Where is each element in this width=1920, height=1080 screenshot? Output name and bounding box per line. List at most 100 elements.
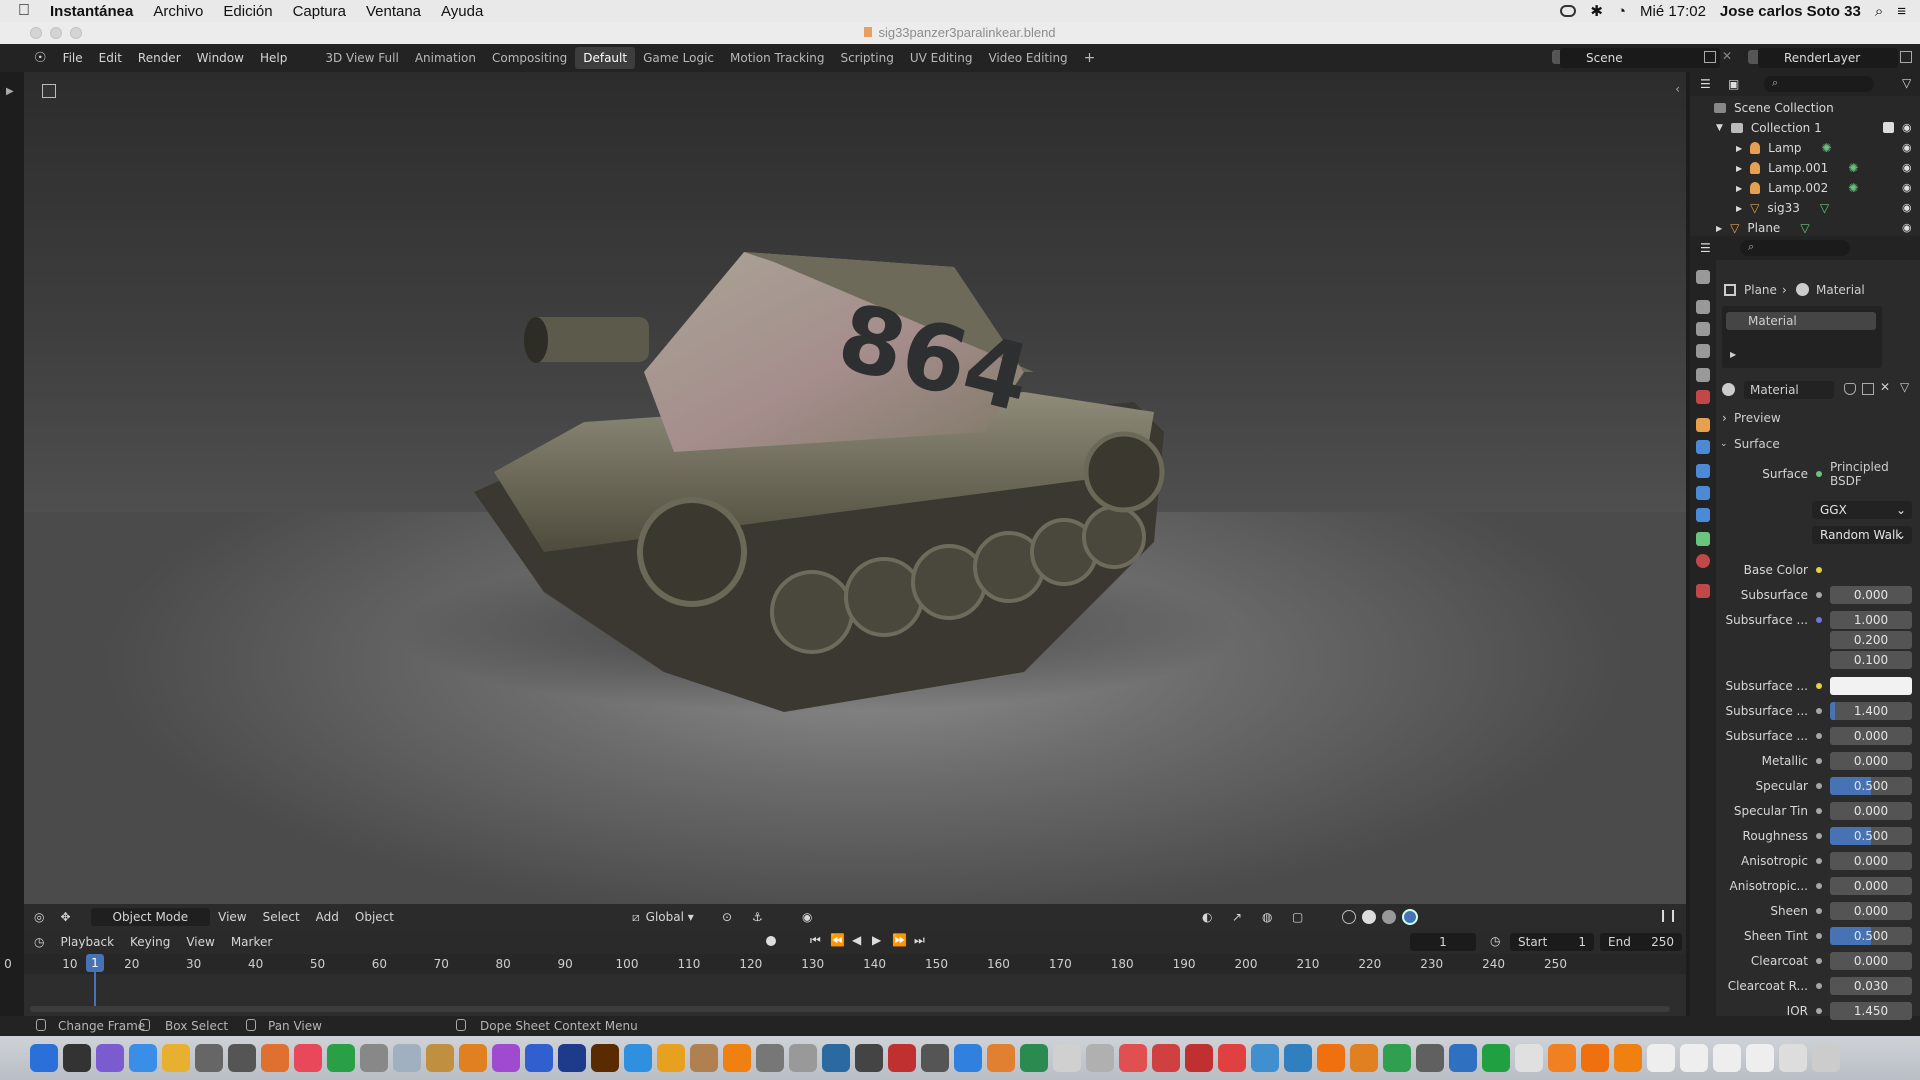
input-socket-icon[interactable] [1816, 783, 1822, 789]
dock-app-icon[interactable] [558, 1044, 586, 1072]
outliner-item-lamp-002[interactable]: ▶ Lamp.002 ✺ ◉ [1690, 178, 1920, 198]
dock-app-icon[interactable] [129, 1044, 157, 1072]
properties-search-input[interactable]: ⌕ [1740, 240, 1850, 256]
dock-app-icon[interactable] [591, 1044, 619, 1072]
menubar-clock[interactable]: Mié 17:02 [1640, 3, 1706, 20]
current-frame-field[interactable]: 1 [1410, 933, 1476, 951]
dock-app-icon[interactable] [690, 1044, 718, 1072]
material-slot-list[interactable]: Material ▶ [1722, 306, 1882, 368]
tab-3d-view-full[interactable]: 3D View Full [317, 47, 407, 69]
item-expand-icon[interactable]: ▶ [1736, 204, 1742, 213]
play-reverse-icon[interactable]: ◀ [852, 933, 861, 947]
dock-app-icon[interactable] [525, 1044, 553, 1072]
dock-app-icon[interactable] [459, 1044, 487, 1072]
outliner-editor-type-icon[interactable]: ☰ [1700, 77, 1711, 91]
lamp-data-icon[interactable]: ✺ [1848, 161, 1858, 175]
tab-animation[interactable]: Animation [407, 47, 484, 69]
input-socket-icon[interactable] [1816, 983, 1822, 989]
dock-app-icon[interactable] [1416, 1044, 1444, 1072]
unlink-material-icon[interactable]: ✕ [1880, 380, 1890, 394]
jump-end-icon[interactable]: ⏭ [914, 933, 925, 948]
eye-icon[interactable]: ◉ [1902, 121, 1914, 134]
bsdf-input-value[interactable]: 1.000 [1830, 611, 1912, 629]
eye-icon[interactable]: ◉ [1902, 181, 1914, 194]
tab-default[interactable]: Default [575, 47, 636, 69]
visibility-icon[interactable]: ◐ [1194, 908, 1220, 926]
outliner-item-plane[interactable]: ▶ ▽ Plane ▽ ◉ [1690, 218, 1920, 238]
bsdf-input-value[interactable]: 0.000 [1830, 802, 1912, 820]
render-layer-new-icon[interactable] [1900, 51, 1912, 63]
pause-render-icon[interactable]: ❙❙ [1658, 908, 1678, 922]
outliner-scene-collection[interactable]: Scene Collection [1690, 98, 1920, 118]
spotlight-search-icon[interactable]: ⌕ [1875, 3, 1883, 20]
render-layer-field[interactable]: RenderLayer [1758, 48, 1898, 68]
menubar-edicion[interactable]: Edición [213, 3, 282, 20]
menu-marker[interactable]: Marker [223, 935, 280, 949]
jump-key-back-icon[interactable]: ⏪ [830, 933, 845, 947]
dock-app-icon[interactable] [1350, 1044, 1378, 1072]
dock-app-icon[interactable] [723, 1044, 751, 1072]
dock-app-icon[interactable] [1086, 1044, 1114, 1072]
dock-app-icon[interactable] [624, 1044, 652, 1072]
bsdf-input-value[interactable]: 1.450 [1830, 1002, 1912, 1020]
jump-key-forward-icon[interactable]: ⏩ [892, 933, 907, 947]
menu-help[interactable]: Help [252, 51, 295, 65]
add-workspace-button[interactable]: + [1076, 46, 1104, 70]
menubar-app-name[interactable]: Instantánea [40, 3, 143, 20]
menu-timeline-view[interactable]: View [178, 935, 222, 949]
outliner-filter-icon[interactable]: ▽ [1902, 76, 1911, 90]
editor-type-icon[interactable]: ◎ [24, 908, 52, 926]
menubar-captura[interactable]: Captura [283, 3, 356, 20]
input-socket-icon[interactable] [1816, 858, 1822, 864]
dock-app-icon[interactable] [1185, 1044, 1213, 1072]
tab-video-editing[interactable]: Video Editing [980, 47, 1075, 69]
dock-app-icon[interactable] [756, 1044, 784, 1072]
eye-icon[interactable]: ◉ [1902, 201, 1914, 214]
snap-icon[interactable]: ⚓ [744, 908, 771, 926]
tab-view-layer-icon[interactable] [1696, 344, 1710, 358]
start-frame-field[interactable]: Start 1 [1510, 933, 1594, 951]
lamp-data-icon[interactable]: ✺ [1848, 181, 1858, 195]
tab-particles-icon[interactable] [1696, 464, 1710, 478]
input-socket-icon[interactable] [1816, 1008, 1822, 1014]
dock-app-icon[interactable] [30, 1044, 58, 1072]
tab-data-icon[interactable] [1696, 532, 1710, 546]
input-socket-icon[interactable] [1816, 933, 1822, 939]
tab-output-icon[interactable] [1696, 322, 1710, 336]
tab-world-icon[interactable] [1696, 390, 1710, 404]
dock-app-icon[interactable] [822, 1044, 850, 1072]
bsdf-input-value[interactable]: 1.400 [1830, 702, 1912, 720]
dock-app-icon[interactable] [1812, 1044, 1840, 1072]
input-socket-icon[interactable] [1816, 567, 1822, 573]
dock-app-icon[interactable] [96, 1044, 124, 1072]
bsdf-input-value[interactable]: 0.000 [1830, 727, 1912, 745]
menu-object[interactable]: Object [347, 908, 402, 926]
outliner-item-lamp-001[interactable]: ▶ Lamp.001 ✺ ◉ [1690, 158, 1920, 178]
timeline-editor-type-icon[interactable]: ◷ [24, 935, 52, 949]
dock-app-icon[interactable] [1548, 1044, 1576, 1072]
material-browse-icon[interactable] [1722, 383, 1735, 396]
mesh-data-icon[interactable]: ▽ [1820, 201, 1829, 215]
node-tree-icon[interactable]: ▽ [1900, 380, 1909, 394]
dock-app-icon[interactable] [1614, 1044, 1642, 1072]
subsurface-method-dropdown[interactable]: Random Walk ⌄ [1812, 526, 1912, 544]
collection-exclude-checkbox[interactable] [1883, 122, 1894, 133]
dock-app-icon[interactable] [1317, 1044, 1345, 1072]
dock-app-icon[interactable] [261, 1044, 289, 1072]
xray-icon[interactable]: ▢ [1284, 908, 1311, 926]
menubar-archivo[interactable]: Archivo [143, 3, 213, 20]
menu-view[interactable]: View [210, 908, 254, 926]
dock-app-icon[interactable] [1383, 1044, 1411, 1072]
item-expand-icon[interactable]: ▶ [1736, 164, 1742, 173]
playhead[interactable]: 1 [86, 954, 104, 972]
dock-app-icon[interactable] [657, 1044, 685, 1072]
dock-app-icon[interactable] [888, 1044, 916, 1072]
tab-render-icon[interactable] [1696, 300, 1710, 314]
shading-wireframe-icon[interactable] [1342, 910, 1356, 924]
bsdf-input-value[interactable]: 0.030 [1830, 977, 1912, 995]
tab-scripting[interactable]: Scripting [832, 47, 901, 69]
dock-app-icon[interactable] [921, 1044, 949, 1072]
eye-icon[interactable]: ◉ [1902, 221, 1914, 234]
dock-app-icon[interactable] [195, 1044, 223, 1072]
notification-center-icon[interactable]: ≡ [1897, 3, 1906, 20]
